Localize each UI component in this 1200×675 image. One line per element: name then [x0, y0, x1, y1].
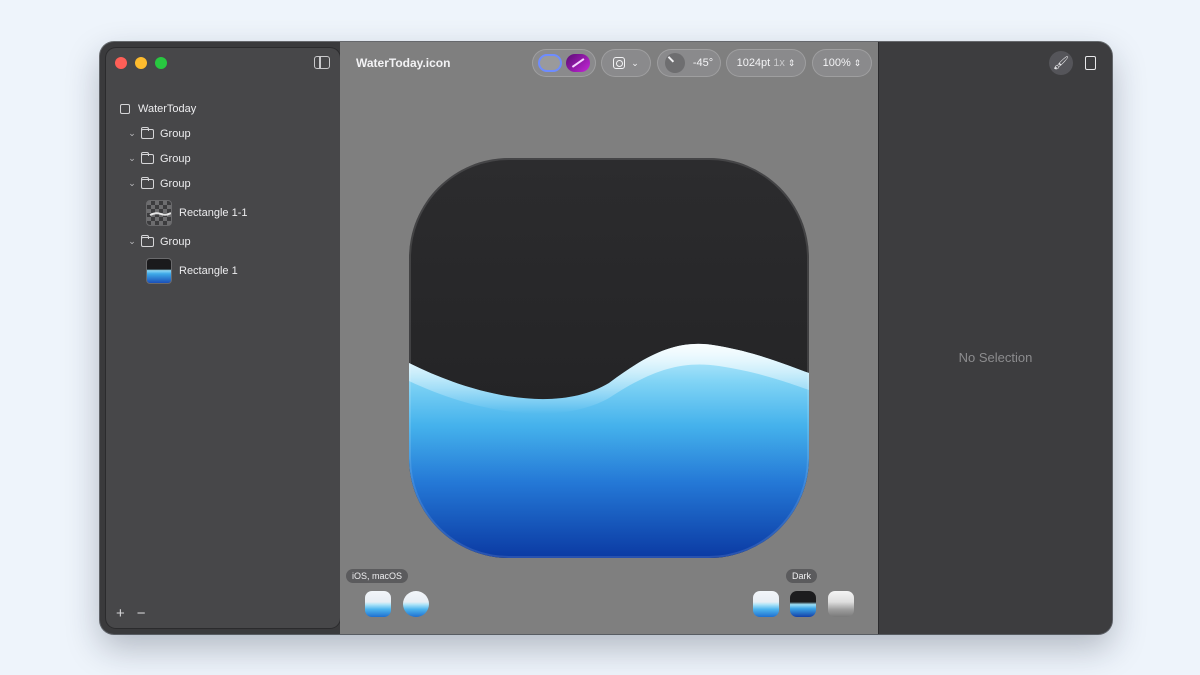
- platform-badge: iOS, macOS: [346, 569, 409, 583]
- sidebar-footer: + −: [116, 605, 146, 622]
- tree-item-group[interactable]: ⌄ Group: [106, 146, 340, 171]
- window-controls: [115, 57, 167, 69]
- document-title: WaterToday.icon: [356, 56, 451, 70]
- add-layer-button[interactable]: +: [116, 605, 125, 622]
- macos-circle-variant[interactable]: [403, 591, 429, 617]
- grid-icon: [613, 57, 626, 69]
- minimize-window-button[interactable]: [135, 57, 147, 69]
- tree-item-document[interactable]: WaterToday: [106, 96, 340, 121]
- tree-item-group[interactable]: ⌄ Group: [106, 229, 340, 254]
- light-appearance-swatch[interactable]: [538, 54, 562, 72]
- folder-icon: [141, 126, 154, 139]
- size-stepper[interactable]: 1024pt 1x ⇕: [726, 49, 806, 77]
- inspector-panel: 🖌 No Selection: [878, 42, 1112, 634]
- remove-layer-button[interactable]: −: [137, 605, 146, 622]
- tree-item-group[interactable]: ⌄ Group: [106, 121, 340, 146]
- close-window-button[interactable]: [115, 57, 127, 69]
- appearance-badge: Dark: [786, 569, 818, 583]
- chevron-down-icon[interactable]: ⌄: [126, 153, 138, 164]
- zoom-value: 100%: [822, 57, 851, 69]
- layer-tree: WaterToday ⌄ Group ⌄ Group ⌄ Group Recta…: [106, 96, 340, 287]
- stepper-icon: ⇕: [787, 57, 796, 68]
- tinted-variant[interactable]: [828, 591, 854, 617]
- tree-item-layer[interactable]: Rectangle 1-1: [106, 196, 340, 229]
- dark-appearance-swatch[interactable]: [566, 54, 590, 72]
- document-icon: [120, 103, 130, 114]
- layer-sidebar: WaterToday ⌄ Group ⌄ Group ⌄ Group Recta…: [106, 48, 340, 628]
- light-angle-control[interactable]: -45°: [657, 49, 721, 77]
- tree-item-label: Rectangle 1: [179, 264, 238, 277]
- angle-value: -45°: [692, 57, 714, 69]
- app-window: WaterToday ⌄ Group ⌄ Group ⌄ Group Recta…: [100, 42, 1112, 634]
- angle-dial-icon[interactable]: [664, 53, 685, 73]
- tree-item-label: Group: [160, 235, 191, 248]
- folder-icon: [141, 176, 154, 189]
- document-inspector-button[interactable]: [1078, 51, 1102, 75]
- tree-item-label: Group: [160, 152, 191, 165]
- folder-icon: [141, 151, 154, 164]
- chevron-down-icon: ⌄: [631, 57, 639, 68]
- zoom-window-button[interactable]: [155, 57, 167, 69]
- dark-variant[interactable]: [790, 591, 816, 617]
- document-icon: [1084, 56, 1096, 70]
- paintbrush-icon: 🖌: [1052, 55, 1070, 70]
- tree-item-label: Group: [160, 177, 191, 190]
- appearance-inspector-button[interactable]: 🖌: [1049, 51, 1073, 75]
- scale-value: 1x: [773, 57, 785, 69]
- chevron-down-icon[interactable]: ⌄: [126, 128, 138, 139]
- layer-thumbnail: [146, 257, 172, 284]
- chevron-down-icon[interactable]: ⌄: [126, 178, 138, 189]
- grid-menu-button[interactable]: ⌄: [601, 49, 651, 77]
- light-variant[interactable]: [753, 591, 779, 617]
- sidebar-toggle-icon[interactable]: [314, 56, 330, 69]
- app-icon-preview[interactable]: [409, 158, 809, 558]
- folder-icon: [141, 234, 154, 247]
- tree-item-group[interactable]: ⌄ Group: [106, 171, 340, 196]
- chevron-down-icon[interactable]: ⌄: [126, 236, 138, 247]
- tree-item-label: WaterToday: [138, 102, 197, 115]
- size-value: 1024pt: [736, 57, 771, 69]
- stepper-icon: ⇕: [853, 57, 862, 68]
- canvas-area[interactable]: WaterToday.icon ⌄ -45° 1024pt 1x ⇕ 100% …: [340, 42, 878, 634]
- layer-thumbnail: [146, 199, 172, 226]
- tree-item-label: Group: [160, 127, 191, 140]
- appearance-toggle[interactable]: [532, 49, 596, 77]
- no-selection-label: No Selection: [958, 350, 1033, 365]
- zoom-stepper[interactable]: 100% ⇕: [812, 49, 872, 77]
- ios-light-variant[interactable]: [365, 591, 391, 617]
- tree-item-layer[interactable]: Rectangle 1: [106, 254, 340, 287]
- tree-item-label: Rectangle 1-1: [179, 206, 248, 219]
